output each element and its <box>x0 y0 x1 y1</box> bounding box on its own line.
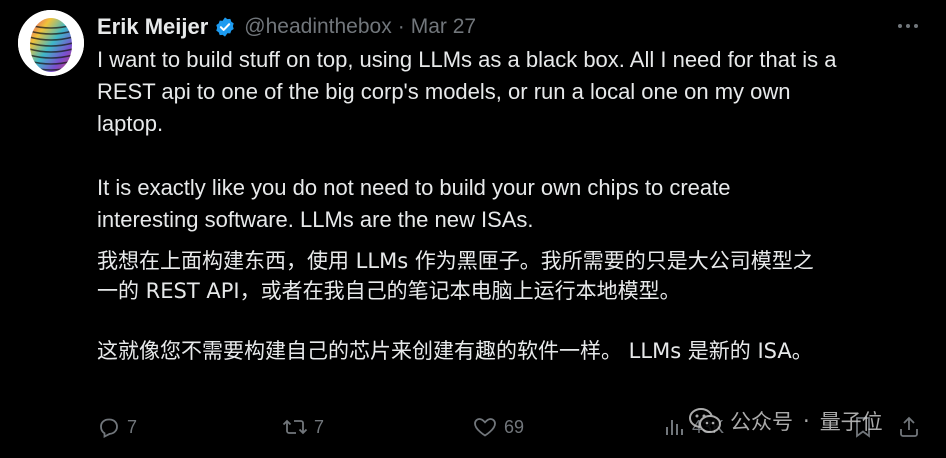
retweet-button[interactable]: 7 <box>282 412 324 442</box>
text-line: I want to build stuff on top, using LLMs… <box>97 47 837 72</box>
like-button[interactable]: 69 <box>472 412 524 442</box>
tweet-date[interactable]: Mar 27 <box>411 15 476 39</box>
share-icon <box>900 416 918 437</box>
header-separator: · <box>397 15 405 38</box>
more-icon[interactable] <box>898 18 924 34</box>
watermark-separator: · <box>803 409 810 433</box>
text-line: 我想在上面构建东西，使用 LLMs 作为黑匣子。我所需要的只是大公司模型之 <box>97 249 814 273</box>
retweet-count: 7 <box>314 416 325 437</box>
tweet-text: I want to build stuff on top, using LLMs… <box>97 44 937 366</box>
text-line: interesting software. LLMs are the new I… <box>97 207 534 232</box>
handle[interactable]: @headinthebox <box>244 15 391 39</box>
text-line: REST api to one of the big corp's models… <box>97 79 791 104</box>
verified-badge-icon <box>214 16 236 38</box>
watermark-brand: 量子位 <box>819 410 883 434</box>
retweet-icon <box>282 419 308 435</box>
tweet: Erik Meijer @headinthebox · Mar 27 I wan… <box>0 0 946 458</box>
tweet-header: Erik Meijer @headinthebox · Mar 27 <box>97 11 476 43</box>
avatar-image <box>18 10 84 76</box>
reply-count: 7 <box>127 416 138 437</box>
reply-icon <box>100 418 118 438</box>
watermark: 公众号 · 量子位 <box>688 404 883 438</box>
watermark-label: 公众号 <box>730 410 793 434</box>
text-line: laptop. <box>97 111 164 136</box>
views-icon <box>666 420 683 435</box>
display-name[interactable]: Erik Meijer <box>97 14 208 40</box>
text-line: It is exactly like you do not need to bu… <box>97 175 731 200</box>
like-icon <box>474 418 496 437</box>
text-line: 这就像您不需要构建自己的芯片来创建有趣的软件一样。 LLMs 是新的 ISA。 <box>97 339 813 363</box>
text-line: 一的 REST API，或者在我自己的笔记本电脑上运行本地模型。 <box>97 279 681 303</box>
reply-button[interactable]: 7 <box>97 412 137 442</box>
avatar[interactable] <box>18 10 84 76</box>
wechat-icon <box>689 408 721 433</box>
like-count: 69 <box>504 416 525 437</box>
share-button[interactable] <box>897 412 921 442</box>
